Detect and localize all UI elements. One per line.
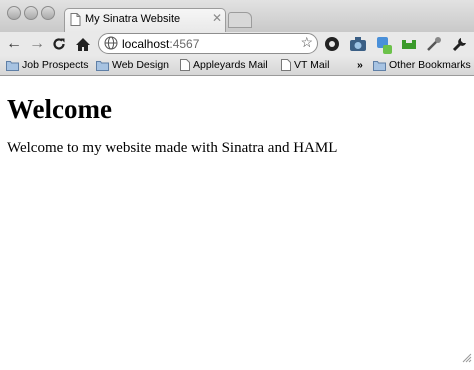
url-port: :4567 [169,37,200,51]
extension-tool-icon[interactable] [426,36,442,57]
folder-icon [6,60,19,71]
folder-icon [96,60,109,71]
resize-grip-icon[interactable] [460,350,472,368]
minimize-window-button[interactable] [24,6,38,20]
wrench-icon[interactable] [452,36,468,57]
camera-icon[interactable] [349,36,367,57]
globe-icon [104,36,118,55]
bookmark-appleyards-mail[interactable]: Appleyards Mail [180,59,268,71]
bookmark-star-icon[interactable]: ☆ [300,34,313,51]
page-heading: Welcome [7,94,112,124]
tab-title: My Sinatra Website [85,13,181,25]
back-arrow-icon[interactable]: ← [6,35,22,53]
extension-green-icon[interactable] [401,36,417,57]
browser-tab[interactable]: My Sinatra Website ✕ [64,8,226,32]
url-text: localhost:4567 [122,37,199,51]
new-tab-button[interactable] [228,12,252,28]
page-content: Welcome Welcome to my website made with … [0,76,474,370]
welcome-message: Welcome to my website made with Sinatra … [7,140,338,156]
address-bar[interactable]: localhost:4567 ☆ [98,33,318,54]
page-icon [281,59,291,71]
url-host: localhost [122,37,170,51]
bookmark-label: VT Mail [294,59,330,71]
close-tab-icon[interactable]: ✕ [212,11,222,25]
bookmark-label: Web Design [112,59,170,71]
bookmark-label: Appleyards Mail [193,59,268,71]
folder-icon [373,60,386,71]
close-window-button[interactable] [7,6,21,20]
page-icon [180,59,190,71]
extension-gear-icon[interactable] [324,36,340,57]
bookmark-vt-mail[interactable]: VT Mail [281,59,329,71]
page-icon [70,13,81,31]
bookmark-job-prospects[interactable]: Job Prospects [6,59,89,71]
bookmark-web-design[interactable]: Web Design [96,59,169,71]
forward-arrow-icon[interactable]: → [29,35,45,53]
toolbar: ← → localhost:4567 ☆ [0,32,474,56]
other-bookmarks[interactable]: Other Bookmarks [373,59,471,71]
bookmarks-overflow-chevron[interactable]: » [357,59,363,71]
bookmarks-bar: Job Prospects Web Design Appleyards Mail… [0,56,474,76]
reload-icon[interactable] [52,35,66,56]
zoom-window-button[interactable] [41,6,55,20]
home-icon[interactable] [75,35,91,57]
other-bookmarks-label: Other Bookmarks [389,59,471,71]
title-bar: My Sinatra Website ✕ [0,0,474,32]
bookmark-label: Job Prospects [22,59,89,71]
